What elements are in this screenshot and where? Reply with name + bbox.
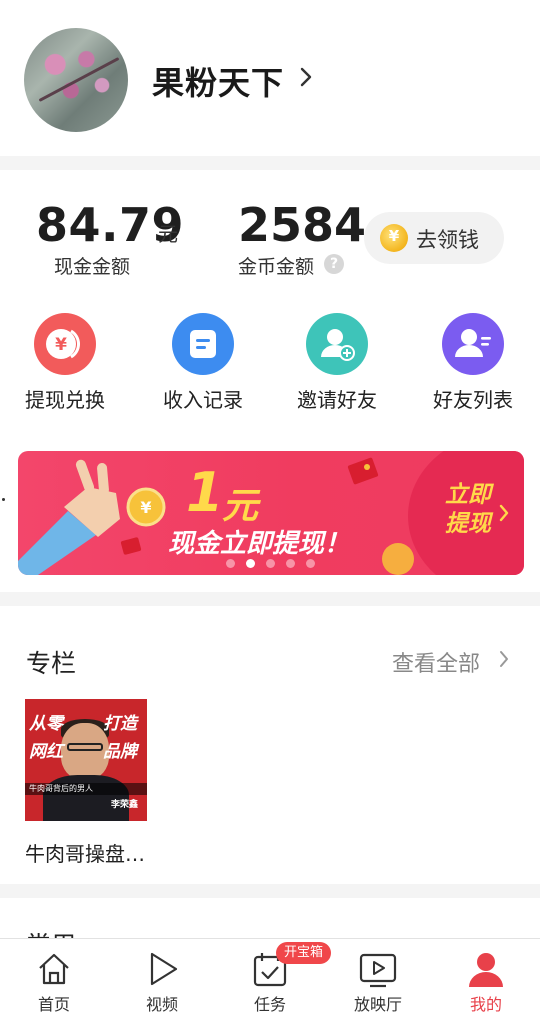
- svg-text:¥: ¥: [140, 498, 151, 517]
- cover-text: 打造: [103, 714, 137, 734]
- help-icon[interactable]: ?: [324, 254, 344, 274]
- user-icon: [469, 953, 503, 987]
- shortcut-label: 收入记录: [163, 388, 243, 412]
- cash-unit: 元: [158, 222, 178, 246]
- shortcut-invite-friends[interactable]: 邀请好友: [276, 310, 396, 420]
- shortcut-label: 邀请好友: [297, 388, 377, 412]
- coin-value[interactable]: 25846: [238, 198, 366, 252]
- cash-label: 现金金额: [54, 256, 131, 278]
- column-section: 专栏 查看全部 从零 打造 网红 品牌 牛肉哥背后的男人 李荣鑫 牛肉哥操盘…: [0, 606, 540, 884]
- tab-mine[interactable]: 我的: [432, 939, 540, 1014]
- svg-text:¥: ¥: [55, 335, 67, 355]
- cover-text: 从零: [29, 714, 63, 734]
- coin-label: 金币金额: [238, 256, 315, 278]
- banner-amount: 1: [186, 461, 224, 524]
- task-badge[interactable]: 开宝箱: [276, 942, 332, 964]
- user-list-icon: [442, 313, 504, 375]
- cover-strip-text: 牛肉哥背后的男人: [29, 784, 93, 793]
- chevron-right-icon: [300, 67, 312, 87]
- profile-header[interactable]: 果粉天下: [0, 0, 540, 156]
- bottom-tab-bar: 首页 视频 任务 放映厅 我的: [0, 938, 540, 1014]
- column-item-title[interactable]: 牛肉哥操盘…: [25, 838, 145, 867]
- tab-cinema[interactable]: 放映厅: [324, 939, 432, 1014]
- carousel-dot[interactable]: [266, 559, 275, 568]
- tab-label: 我的: [469, 995, 502, 1014]
- document-icon: [172, 313, 234, 375]
- gold-coin-icon: [382, 543, 414, 575]
- tab-label: 首页: [37, 995, 70, 1014]
- carousel-dot[interactable]: [226, 559, 235, 568]
- column-cover[interactable]: 从零 打造 网红 品牌 牛肉哥背后的男人 李荣鑫: [25, 699, 147, 821]
- yuan-coin-icon: ¥: [34, 313, 96, 375]
- add-user-icon: [306, 313, 368, 375]
- cover-text: 网红: [29, 742, 63, 762]
- nickname[interactable]: 果粉天下: [152, 58, 284, 104]
- red-envelope-icon: [347, 457, 379, 485]
- carousel-dots: [226, 559, 326, 569]
- cover-author: 李荣鑫: [111, 800, 139, 810]
- tab-home[interactable]: 首页: [0, 939, 108, 1014]
- banner-cta-line1: 立即: [445, 482, 491, 508]
- tv-icon: [359, 953, 397, 988]
- banner-unit: 元: [222, 486, 259, 527]
- shortcut-grid: ¥ 提现兑换 收入记录 邀请好友 好友列表: [0, 310, 540, 420]
- section-title: 专栏: [26, 649, 77, 678]
- banner-cta[interactable]: 立即 提现: [436, 481, 500, 539]
- shortcut-friend-list[interactable]: 好友列表: [412, 310, 532, 420]
- shortcut-income-records[interactable]: 收入记录: [142, 310, 262, 420]
- tab-label: 任务: [253, 995, 286, 1014]
- play-icon: [150, 952, 178, 986]
- tab-video[interactable]: 视频: [108, 939, 216, 1014]
- banner-subtitle: 现金立即提现！: [168, 529, 351, 559]
- avatar[interactable]: [24, 28, 128, 132]
- view-all-link[interactable]: 查看全部: [392, 646, 480, 678]
- wallet-card: 84.79 元 现金金额 25846 金币金额 ? 去领钱 ¥ 提现兑换: [0, 170, 540, 592]
- banner-cta-line2: 提现: [445, 511, 491, 537]
- claim-money-label: 去领钱: [416, 228, 479, 252]
- carousel-dot[interactable]: [246, 559, 255, 568]
- shortcut-withdraw[interactable]: ¥ 提现兑换: [4, 310, 124, 420]
- carousel-dot[interactable]: [286, 559, 295, 568]
- tab-label: 放映厅: [353, 995, 402, 1014]
- carousel-dot[interactable]: [306, 559, 315, 568]
- tab-label: 视频: [145, 995, 178, 1014]
- hand-holding-coin-icon: ¥: [18, 459, 166, 575]
- screen: 果粉天下 84.79 元 现金金额 25846 金币金额 ? 去领钱 ¥: [0, 0, 540, 1014]
- chevron-right-icon: [500, 651, 508, 667]
- shortcut-label: 提现兑换: [25, 388, 105, 412]
- promo-banner[interactable]: ¥ 1 元 现金立即提现！ 立即 提现: [18, 451, 524, 575]
- gold-coin-icon: [380, 224, 408, 252]
- home-icon: [39, 953, 69, 985]
- cover-text: 品牌: [103, 742, 137, 762]
- chevron-right-icon: [499, 504, 509, 522]
- claim-money-button[interactable]: 去领钱: [364, 212, 504, 264]
- shortcut-label: 好友列表: [433, 388, 513, 412]
- edge-dot: [2, 498, 5, 501]
